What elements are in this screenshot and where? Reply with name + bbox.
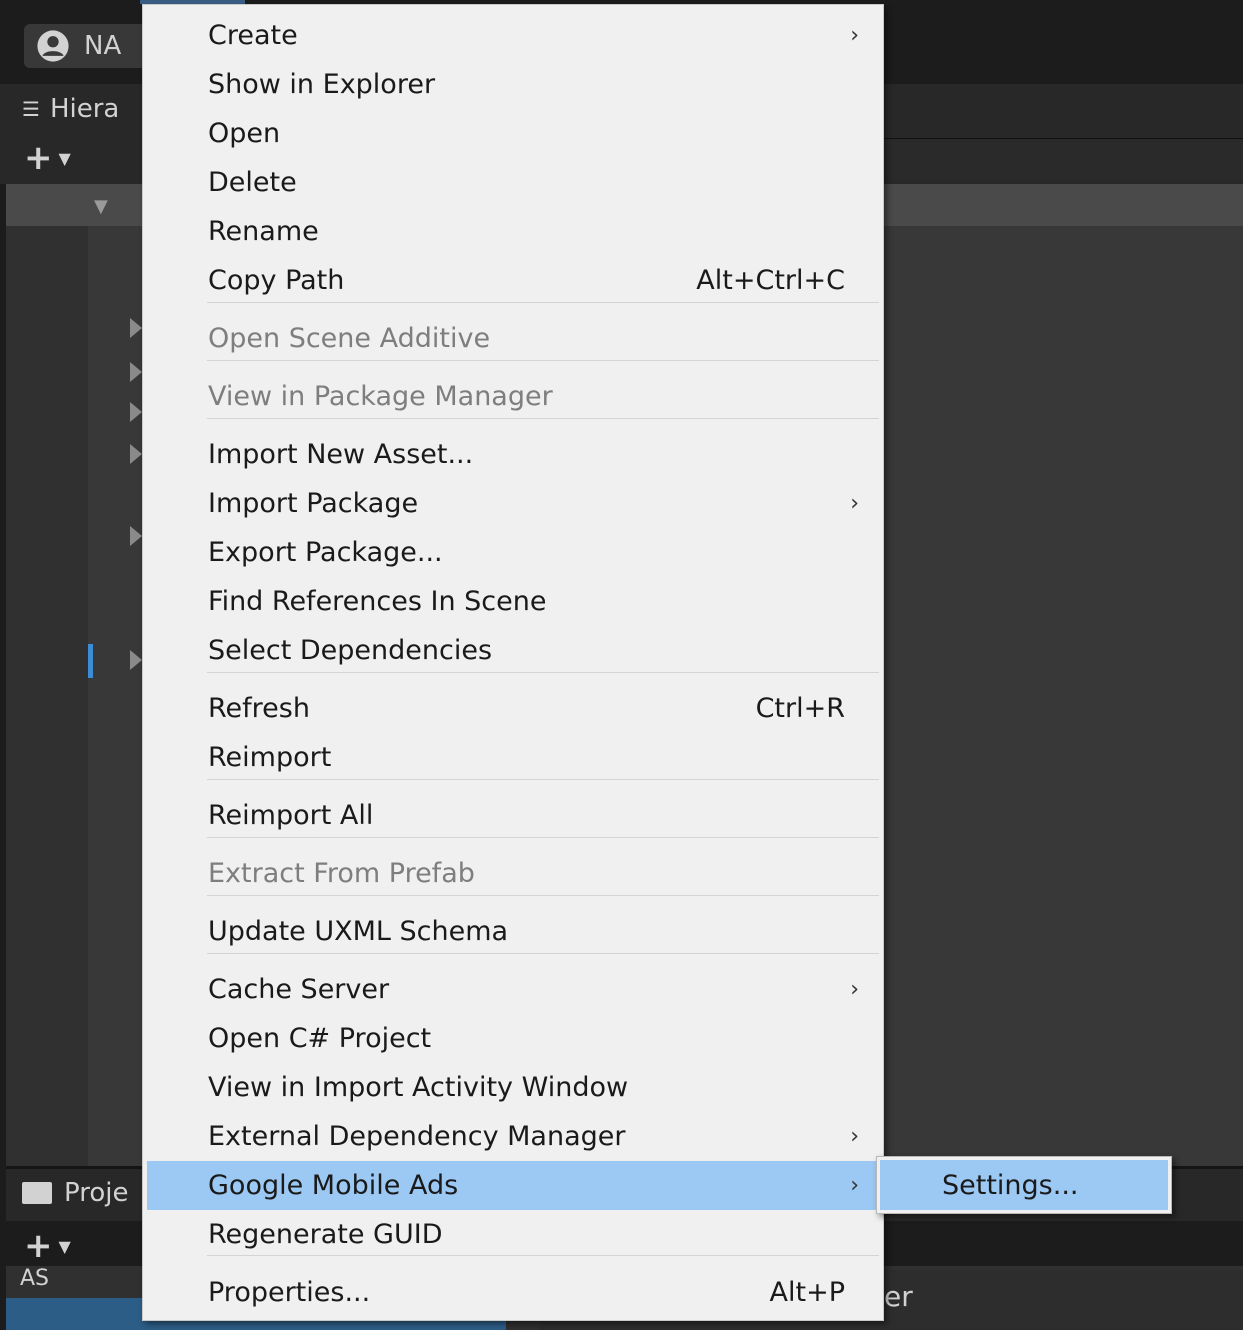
menu-item-settings[interactable]: Settings... bbox=[880, 1160, 1168, 1210]
chevron-right-icon: › bbox=[850, 1124, 859, 1149]
menu-separator bbox=[207, 953, 879, 954]
menu-item-create[interactable]: Create › bbox=[147, 11, 879, 60]
menu-item-open-c-project[interactable]: Open C# Project bbox=[147, 1014, 879, 1063]
menu-item-label: Delete bbox=[208, 167, 297, 198]
context-menu: Create › Show in Explorer Open Delete Rename C… bbox=[142, 4, 884, 1321]
menu-item-refresh[interactable]: Refresh Ctrl+R bbox=[147, 684, 879, 733]
menu-item-extract-from-prefab: Extract From Prefab bbox=[147, 849, 879, 898]
menu-item-find-references-in-scene[interactable]: Find References In Scene bbox=[147, 577, 879, 626]
project-add-button[interactable]: + ▼ bbox=[24, 1226, 71, 1266]
project-content-text: er bbox=[884, 1280, 913, 1313]
menu-item-label: Update UXML Schema bbox=[208, 916, 509, 947]
menu-item-update-uxml-schema[interactable]: Update UXML Schema bbox=[147, 907, 879, 956]
menu-item-shortcut: Ctrl+R bbox=[755, 693, 845, 724]
expand-arrow-icon[interactable] bbox=[130, 402, 142, 422]
menu-separator bbox=[207, 672, 879, 673]
menu-item-label: Copy Path bbox=[208, 265, 345, 296]
menu-item-shortcut: Alt+P bbox=[769, 1277, 845, 1308]
menu-item-rename[interactable]: Rename bbox=[147, 207, 879, 256]
plus-icon: + bbox=[24, 1226, 53, 1266]
assets-folder-label[interactable]: AS bbox=[20, 1266, 49, 1291]
menu-item-label: Google Mobile Ads bbox=[208, 1170, 459, 1201]
menu-item-label: Select Dependencies bbox=[208, 635, 493, 666]
menu-separator bbox=[207, 895, 879, 896]
menu-item-select-dependencies[interactable]: Select Dependencies bbox=[147, 626, 879, 675]
account-circle-icon bbox=[37, 30, 69, 62]
menu-item-import-new-asset[interactable]: Import New Asset... bbox=[147, 430, 879, 479]
menu-item-delete[interactable]: Delete bbox=[147, 158, 879, 207]
google-mobile-ads-submenu: Settings... bbox=[876, 1156, 1172, 1214]
menu-separator bbox=[207, 418, 879, 419]
menu-item-export-package[interactable]: Export Package... bbox=[147, 528, 879, 577]
chevron-right-icon: › bbox=[850, 491, 859, 516]
expand-arrow-icon[interactable] bbox=[130, 444, 142, 464]
menu-item-label: Settings... bbox=[942, 1169, 1079, 1201]
expand-arrow-icon[interactable] bbox=[130, 362, 142, 382]
menu-item-cache-server[interactable]: Cache Server › bbox=[147, 965, 879, 1014]
chevron-right-icon: › bbox=[850, 977, 859, 1002]
caret-down-icon: ▼ bbox=[58, 148, 71, 168]
menu-item-shortcut: Alt+Ctrl+C bbox=[696, 265, 845, 296]
expand-arrow-icon[interactable] bbox=[130, 526, 142, 546]
menu-item-label: Cache Server bbox=[208, 974, 390, 1005]
menu-item-show-in-explorer[interactable]: Show in Explorer bbox=[147, 60, 879, 109]
project-tab[interactable]: Proje bbox=[22, 1178, 128, 1208]
menu-item-label: Export Package... bbox=[208, 537, 443, 568]
expand-arrow-icon[interactable] bbox=[130, 318, 142, 338]
menu-item-label: Refresh bbox=[208, 693, 310, 724]
menu-item-label: Show in Explorer bbox=[208, 69, 436, 100]
menu-item-label: Create bbox=[208, 20, 298, 51]
project-tab-label: Proje bbox=[64, 1178, 129, 1208]
menu-item-label: Reimport bbox=[208, 742, 332, 773]
expand-arrow-icon[interactable]: ▼ bbox=[94, 196, 108, 217]
menu-separator bbox=[207, 837, 879, 838]
menu-item-open[interactable]: Open bbox=[147, 109, 879, 158]
menu-item-label: Open C# Project bbox=[208, 1023, 432, 1054]
menu-item-google-mobile-ads[interactable]: Google Mobile Ads › bbox=[147, 1161, 879, 1210]
menu-item-regenerate-guid[interactable]: Regenerate GUID bbox=[147, 1210, 879, 1259]
menu-item-copy-path[interactable]: Copy Path Alt+Ctrl+C bbox=[147, 256, 879, 305]
menu-item-reimport[interactable]: Reimport bbox=[147, 733, 879, 782]
caret-down-icon: ▼ bbox=[58, 1236, 71, 1256]
menu-item-reimport-all[interactable]: Reimport All bbox=[147, 791, 879, 840]
menu-item-label: Reimport All bbox=[208, 800, 374, 831]
account-label: NA bbox=[84, 31, 122, 61]
hierarchy-add-button[interactable]: + ▼ bbox=[24, 138, 71, 178]
menu-item-label: Regenerate GUID bbox=[208, 1219, 443, 1250]
hierarchy-tab-label: Hiera bbox=[49, 94, 120, 124]
menu-item-label: Properties... bbox=[208, 1277, 371, 1308]
menu-item-view-in-package-manager: View in Package Manager bbox=[147, 372, 879, 421]
menu-item-label: Import Package bbox=[208, 488, 419, 519]
menu-item-import-package[interactable]: Import Package › bbox=[147, 479, 879, 528]
menu-separator bbox=[207, 1255, 879, 1256]
selection-indicator bbox=[88, 644, 93, 678]
list-icon: ☰ bbox=[22, 97, 40, 121]
menu-item-properties[interactable]: Properties... Alt+P bbox=[147, 1268, 879, 1317]
menu-item-label: Open bbox=[208, 118, 281, 149]
hierarchy-search-input[interactable] bbox=[860, 138, 1243, 179]
menu-separator bbox=[207, 779, 879, 780]
chevron-right-icon: › bbox=[850, 1173, 859, 1198]
chevron-right-icon: › bbox=[850, 23, 859, 48]
menu-item-label: Import New Asset... bbox=[208, 439, 474, 470]
menu-item-open-scene-additive: Open Scene Additive bbox=[147, 314, 879, 363]
menu-item-view-in-import-activity-window[interactable]: View in Import Activity Window bbox=[147, 1063, 879, 1112]
expand-arrow-icon[interactable] bbox=[130, 650, 142, 670]
menu-separator bbox=[207, 360, 879, 361]
plus-icon: + bbox=[24, 138, 53, 178]
menu-separator bbox=[207, 302, 879, 303]
hierarchy-tab[interactable]: ☰ Hiera bbox=[22, 94, 119, 124]
menu-item-label: Rename bbox=[208, 216, 319, 247]
menu-item-label: Extract From Prefab bbox=[208, 858, 475, 889]
menu-item-label: View in Import Activity Window bbox=[208, 1072, 629, 1103]
hierarchy-indent-gutter bbox=[6, 226, 88, 1166]
menu-item-label: View in Package Manager bbox=[208, 381, 553, 412]
folder-icon bbox=[22, 1182, 52, 1204]
menu-item-label: External Dependency Manager bbox=[208, 1121, 626, 1152]
menu-item-external-dependency-manager[interactable]: External Dependency Manager › bbox=[147, 1112, 879, 1161]
menu-item-label: Open Scene Additive bbox=[208, 323, 491, 354]
menu-item-label: Find References In Scene bbox=[208, 586, 547, 617]
